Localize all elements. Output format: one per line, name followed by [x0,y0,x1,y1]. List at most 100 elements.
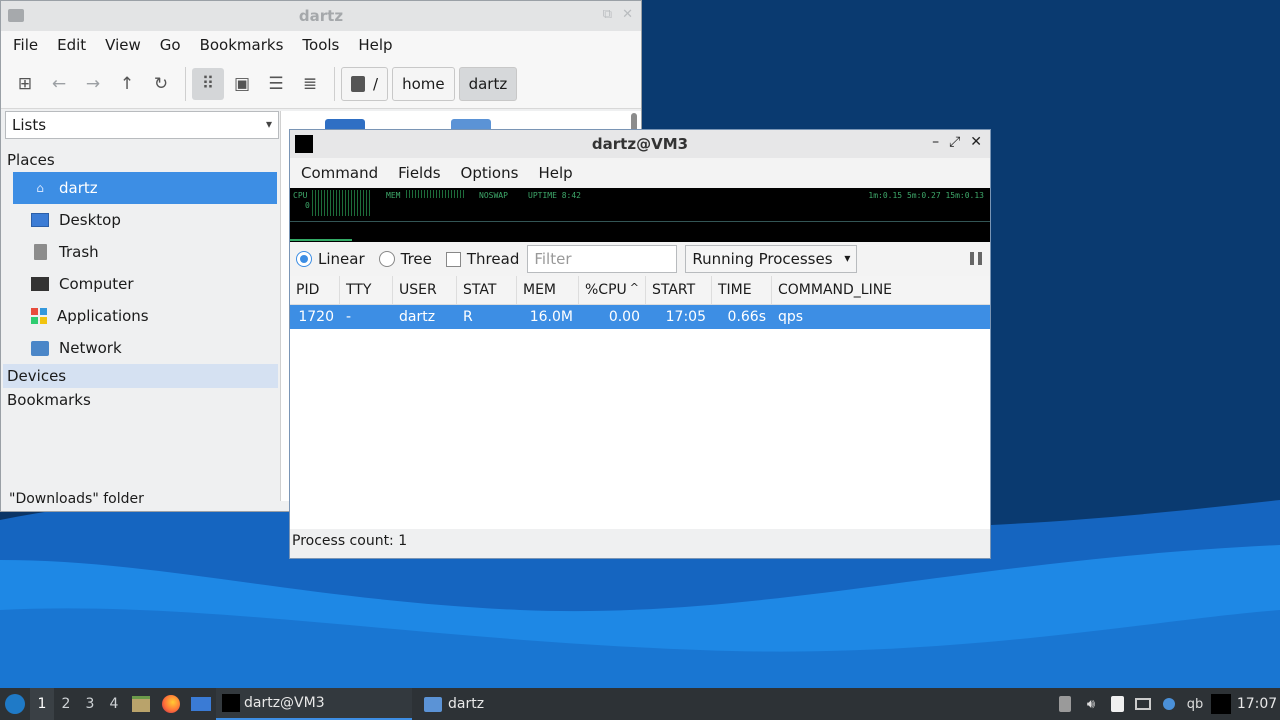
path-dartz-button[interactable]: dartz [458,66,518,101]
path-home-button[interactable]: home [392,66,455,101]
fm-status-text: "Downloads" folder [9,491,144,507]
path-root-button[interactable]: / [341,66,389,101]
cell-mem: 16.0M [529,309,573,325]
workspace-2-button[interactable]: 2 [54,696,78,712]
forward-arrow-icon[interactable]: → [77,68,109,100]
icon-view-icon[interactable]: ⠿ [192,67,224,100]
cell-stat: R [463,309,473,325]
show-desktop-icon [191,697,211,711]
cpu-meter-value: 0 [305,201,310,210]
maximize-icon[interactable]: ⤢ [949,134,960,150]
menu-file[interactable]: File [5,36,46,54]
close-icon[interactable]: ✕ [970,134,982,150]
process-filter-select[interactable]: Running Processes ▾ [685,245,858,273]
cell-pid: 1720 [298,309,334,325]
table-row[interactable]: 1720 - dartz R 16.0M 0.00 17:05 0.66s qp… [290,305,990,329]
place-trash[interactable]: Trash [13,236,277,268]
view-tree-option[interactable]: Tree [378,250,432,268]
column-header-tty[interactable]: TTY [340,276,393,304]
process-table: PID TTY USER STAT MEM %CPU ^ START TIME … [290,276,990,529]
network-status-icon[interactable] [1130,688,1156,720]
removable-media-icon[interactable] [1052,688,1078,720]
view-linear-option[interactable]: Linear [296,250,365,268]
column-header-start[interactable]: START [646,276,712,304]
column-header-stat[interactable]: STAT [457,276,517,304]
minimize-icon[interactable]: – [932,134,939,150]
menu-tools[interactable]: Tools [294,36,347,54]
menu-view[interactable]: View [97,36,149,54]
column-header-mem[interactable]: MEM [517,276,579,304]
menu-edit[interactable]: Edit [49,36,94,54]
view-thread-option[interactable]: Thread [445,250,519,268]
network-icon [31,340,49,356]
detail-view-icon[interactable]: ≣ [294,68,326,100]
menu-help[interactable]: Help [350,36,400,54]
new-tab-icon[interactable]: ⊞ [9,68,41,100]
notification-icon[interactable] [1156,688,1182,720]
task-file-manager[interactable]: dartz [418,688,490,720]
task-qps[interactable]: dartz@VM3 [216,688,412,720]
workspace-1-button[interactable]: 1 [30,688,54,720]
place-applications[interactable]: Applications [13,300,277,332]
bookmarks-header[interactable]: Bookmarks [3,388,278,412]
lxqt-logo-icon [5,694,25,714]
column-header-time[interactable]: TIME [712,276,772,304]
menu-command[interactable]: Command [292,164,387,182]
qbittorrent-tray[interactable]: qb [1182,688,1208,720]
column-header-user[interactable]: USER [393,276,457,304]
drive-icon [351,75,365,92]
meter-scrollbar[interactable] [290,239,352,241]
computer-icon [31,276,49,292]
start-menu-button[interactable] [0,688,30,720]
place-computer[interactable]: Computer [13,268,277,300]
back-arrow-icon[interactable]: ← [43,68,75,100]
system-tray: 🔊︎ qb 17:07 [1052,688,1280,720]
place-dartz[interactable]: ⌂ dartz [13,172,277,204]
qps-titlebar[interactable]: dartz@VM3 – ⤢ ✕ [290,130,990,158]
devices-header[interactable]: Devices [3,364,278,388]
tree-radio[interactable] [378,251,395,267]
place-desktop[interactable]: Desktop [13,204,277,236]
menu-help[interactable]: Help [529,164,581,182]
reload-icon[interactable]: ↻ [145,68,177,100]
menu-bookmarks[interactable]: Bookmarks [192,36,292,54]
compact-view-icon[interactable]: ☰ [260,68,292,100]
qps-window-title: dartz@VM3 [591,135,689,153]
restore-icon[interactable]: ⧉ [603,7,612,22]
side-pane-mode-select[interactable]: Lists ▾ [5,111,279,139]
quicklaunch-firefox[interactable] [156,688,186,720]
menu-options[interactable]: Options [452,164,528,182]
task-file-manager-label: dartz [448,696,485,712]
filter-input[interactable]: Filter [527,245,678,273]
tree-label: Tree [400,250,432,268]
clock[interactable]: 17:07 [1234,696,1280,712]
column-header-command-line[interactable]: COMMAND_LINE [772,276,990,304]
pause-icon[interactable] [970,252,982,265]
terminal-tray-icon[interactable] [1208,688,1234,720]
place-label: Trash [59,243,99,261]
linear-radio[interactable] [296,251,312,267]
workspace-4-button[interactable]: 4 [102,696,126,712]
qps-window: dartz@VM3 – ⤢ ✕ Command Fields Options H… [289,129,991,559]
linear-label: Linear [318,250,365,268]
column-header-pid[interactable]: PID [290,276,340,304]
volume-icon[interactable]: 🔊︎ [1078,688,1104,720]
places-header[interactable]: Places [3,148,278,172]
column-header-cpu[interactable]: %CPU ^ [579,276,646,304]
thread-checkbox[interactable] [445,251,461,267]
fm-titlebar[interactable]: dartz ⧉ ✕ [1,1,641,31]
cell-start: 17:05 [665,309,706,325]
qps-filter-bar: Linear Tree Thread Filter Running Proces… [290,242,990,276]
place-network[interactable]: Network [13,332,277,364]
chevron-down-icon: ▾ [844,251,851,265]
clipboard-icon[interactable] [1104,688,1130,720]
workspace-3-button[interactable]: 3 [78,696,102,712]
quicklaunch-files[interactable] [126,688,156,720]
close-icon[interactable]: ✕ [622,7,633,22]
menu-go[interactable]: Go [152,36,189,54]
up-arrow-icon[interactable]: ↑ [111,68,143,100]
menu-fields[interactable]: Fields [389,164,449,182]
thumbnail-view-icon[interactable]: ▣ [226,68,258,100]
quicklaunch-show-desktop[interactable] [186,688,216,720]
cell-tty: - [346,309,352,325]
